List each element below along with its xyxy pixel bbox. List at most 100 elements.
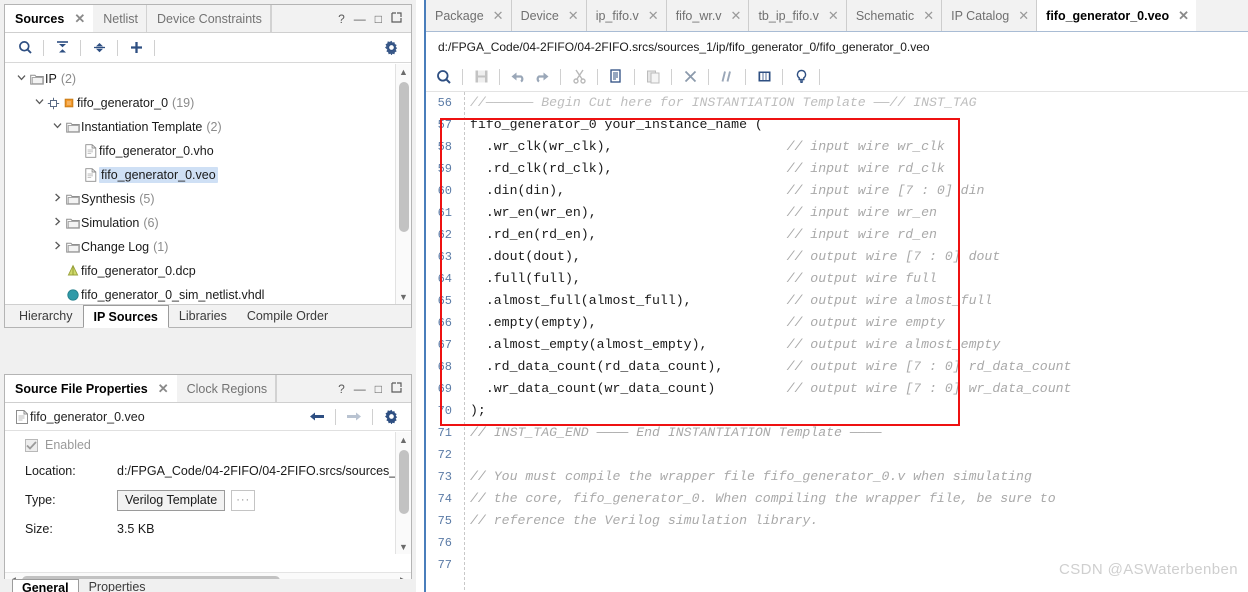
code-line[interactable]: .empty(empty), // output wire empty xyxy=(470,312,1248,334)
code-line[interactable]: .almost_full(almost_full), // output wir… xyxy=(470,290,1248,312)
tree-item[interactable]: fifo_generator_0.veo xyxy=(5,163,394,187)
close-icon[interactable]: ✕ xyxy=(1018,8,1029,24)
scroll-down-icon[interactable]: ▼ xyxy=(396,289,411,304)
tab-source-file-properties[interactable]: Source File Properties ✕ xyxy=(5,375,177,402)
float-icon[interactable] xyxy=(391,12,402,25)
help-icon[interactable]: ? xyxy=(338,13,345,25)
scroll-down-icon[interactable]: ▼ xyxy=(396,539,411,554)
close-icon[interactable]: ✕ xyxy=(74,11,85,27)
editor-tab-device[interactable]: Device ✕ xyxy=(512,0,587,31)
code-line[interactable]: // INST_TAG_END ———— End INSTANTIATION T… xyxy=(470,422,1248,444)
tab-compile-order[interactable]: Compile Order xyxy=(237,305,338,327)
chevron-right-icon[interactable] xyxy=(51,241,64,253)
maximize-icon[interactable]: □ xyxy=(375,13,382,25)
code-line[interactable]: .rd_data_count(rd_data_count), // output… xyxy=(470,356,1248,378)
type-select[interactable]: Verilog Template xyxy=(117,489,226,511)
maximize-icon[interactable]: □ xyxy=(375,383,382,395)
properties-vertical-scrollbar[interactable]: ▲ ▼ xyxy=(395,432,411,554)
tree-item[interactable]: fifo_generator_0 (19) xyxy=(5,91,394,115)
tree-item[interactable]: Instantiation Template (2) xyxy=(5,115,394,139)
help-icon[interactable]: ? xyxy=(338,383,345,395)
collapse-all-icon[interactable] xyxy=(50,37,74,59)
code-line[interactable]: .almost_empty(almost_empty), // output w… xyxy=(470,334,1248,356)
code-line[interactable]: .wr_en(wr_en), // input wire wr_en xyxy=(470,202,1248,224)
code-editor[interactable]: 56 57 58 59 60 61 62 63 64 65 66 67 68 69 70 71 72 73 74 75… xyxy=(426,92,1248,590)
float-icon[interactable] xyxy=(391,382,402,395)
expand-all-icon[interactable] xyxy=(87,37,111,59)
search-icon[interactable] xyxy=(432,66,456,88)
code-line[interactable]: .dout(dout), // output wire [7 : 0] dout xyxy=(470,246,1248,268)
search-icon[interactable] xyxy=(13,37,37,59)
close-icon[interactable]: ✕ xyxy=(648,8,659,24)
columns-icon[interactable] xyxy=(752,66,776,88)
tab-clock-regions[interactable]: Clock Regions xyxy=(177,375,277,402)
editor-tab-package[interactable]: Package ✕ xyxy=(426,0,512,31)
tree-item[interactable]: fifo_generator_0_sim_netlist.vhdl xyxy=(5,283,394,304)
tab-sources[interactable]: Sources ✕ xyxy=(5,5,94,32)
code-line[interactable]: .full(full), // output wire full xyxy=(470,268,1248,290)
tab-properties[interactable]: Properties xyxy=(79,579,156,592)
back-arrow-icon[interactable] xyxy=(305,406,329,428)
code-line[interactable]: fifo_generator_0 your_instance_name ( xyxy=(470,114,1248,136)
delete-icon[interactable] xyxy=(678,66,702,88)
chevron-down-icon[interactable] xyxy=(51,121,64,133)
bulb-icon[interactable] xyxy=(789,66,813,88)
tree-item[interactable]: fifo_generator_0.dcp xyxy=(5,259,394,283)
paste-icon[interactable] xyxy=(641,66,665,88)
redo-icon[interactable] xyxy=(530,66,554,88)
comment-icon[interactable] xyxy=(715,66,739,88)
close-icon[interactable]: ✕ xyxy=(923,8,934,24)
tree-item[interactable]: IP (2) xyxy=(5,67,394,91)
editor-tab-ip-catalog[interactable]: IP Catalog ✕ xyxy=(942,0,1038,31)
code-line[interactable]: //—————— Begin Cut here for INSTANTIATIO… xyxy=(470,92,1248,114)
code-line[interactable]: // the core, fifo_generator_0. When comp… xyxy=(470,488,1248,510)
save-icon[interactable] xyxy=(469,66,493,88)
tree-item[interactable]: Change Log (1) xyxy=(5,235,394,259)
undo-icon[interactable] xyxy=(506,66,530,88)
code-line[interactable] xyxy=(470,532,1248,554)
type-browse-button[interactable]: ··· xyxy=(231,489,256,511)
scrollbar-thumb[interactable] xyxy=(399,450,409,514)
scroll-up-icon[interactable]: ▲ xyxy=(396,64,411,79)
tab-ip-sources[interactable]: IP Sources xyxy=(82,305,169,328)
code-line[interactable]: // reference the Verilog simulation libr… xyxy=(470,510,1248,532)
close-icon[interactable]: ✕ xyxy=(158,381,169,397)
minimize-icon[interactable]: — xyxy=(354,13,366,25)
code-line[interactable] xyxy=(470,444,1248,466)
code-line[interactable]: .rd_en(rd_en), // input wire rd_en xyxy=(470,224,1248,246)
code-line[interactable]: // You must compile the wrapper file fif… xyxy=(470,466,1248,488)
gear-icon[interactable] xyxy=(379,406,403,428)
scroll-up-icon[interactable]: ▲ xyxy=(396,432,411,447)
code-line[interactable]: ); xyxy=(470,400,1248,422)
scrollbar-thumb[interactable] xyxy=(399,82,409,232)
tree-item[interactable]: Simulation (6) xyxy=(5,211,394,235)
editor-tab-fifo-generator-0-veo[interactable]: fifo_generator_0.veo ✕ xyxy=(1037,0,1197,31)
chevron-down-icon[interactable] xyxy=(33,97,46,109)
code-content[interactable]: //—————— Begin Cut here for INSTANTIATIO… xyxy=(470,92,1248,576)
add-sources-icon[interactable] xyxy=(124,37,148,59)
close-icon[interactable]: ✕ xyxy=(493,8,504,24)
editor-tab-schematic[interactable]: Schematic ✕ xyxy=(847,0,943,31)
editor-tab-fifo-wr-v[interactable]: fifo_wr.v ✕ xyxy=(667,0,750,31)
chevron-right-icon[interactable] xyxy=(51,193,64,205)
code-line[interactable]: .rd_clk(rd_clk), // input wire rd_clk xyxy=(470,158,1248,180)
tab-hierarchy[interactable]: Hierarchy xyxy=(9,305,83,327)
editor-tab-ip-fifo-v[interactable]: ip_fifo.v ✕ xyxy=(587,0,667,31)
tree-vertical-scrollbar[interactable]: ▲ ▼ xyxy=(395,64,411,304)
copy-icon[interactable] xyxy=(604,66,628,88)
enabled-checkbox[interactable] xyxy=(25,438,38,452)
chevron-right-icon[interactable] xyxy=(51,217,64,229)
forward-arrow-icon[interactable] xyxy=(342,406,366,428)
close-icon[interactable]: ✕ xyxy=(1178,8,1189,24)
code-line[interactable]: .wr_clk(wr_clk), // input wire wr_clk xyxy=(470,136,1248,158)
editor-tab-tb-ip-fifo-v[interactable]: tb_ip_fifo.v ✕ xyxy=(749,0,847,31)
tab-device-constraints[interactable]: Device Constraints xyxy=(147,5,271,32)
tree-item[interactable]: Synthesis (5) xyxy=(5,187,394,211)
code-line[interactable]: .wr_data_count(wr_data_count) // output … xyxy=(470,378,1248,400)
cut-icon[interactable] xyxy=(567,66,591,88)
close-icon[interactable]: ✕ xyxy=(828,8,839,24)
tree-item[interactable]: fifo_generator_0.vho xyxy=(5,139,394,163)
tab-netlist[interactable]: Netlist xyxy=(93,5,147,32)
minimize-icon[interactable]: — xyxy=(354,383,366,395)
code-line[interactable]: .din(din), // input wire [7 : 0] din xyxy=(470,180,1248,202)
